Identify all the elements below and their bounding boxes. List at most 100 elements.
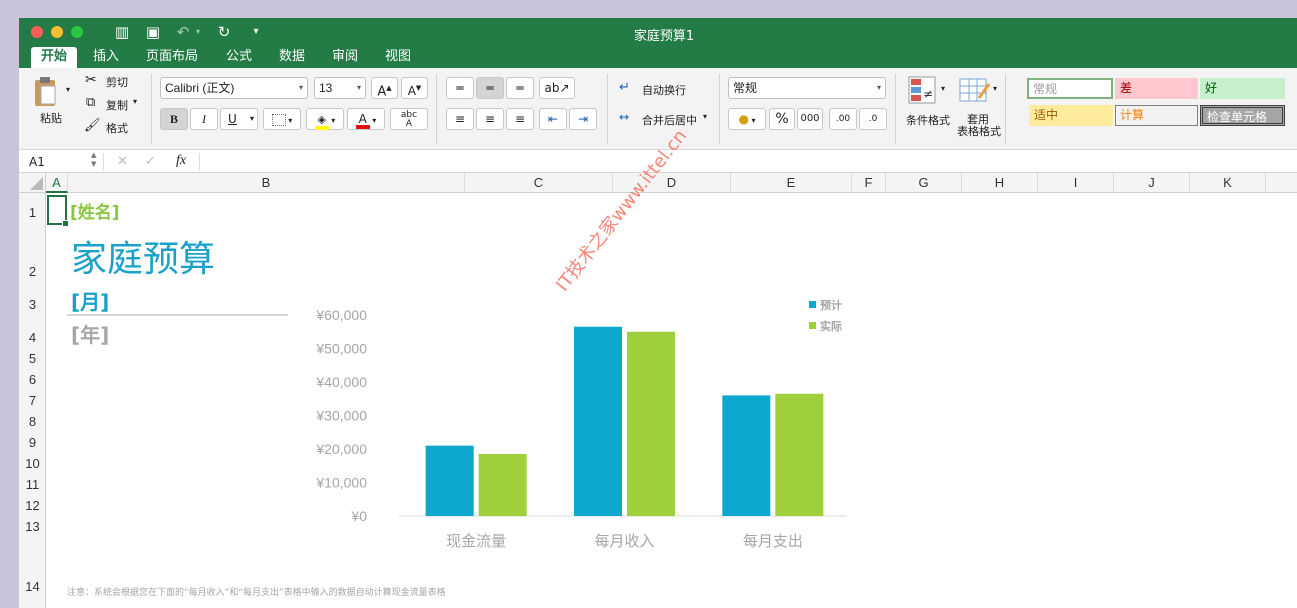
orientation-button[interactable]: ab↗	[539, 77, 575, 99]
function-icon[interactable]: fx	[176, 153, 186, 169]
style-bad[interactable]: 差	[1115, 78, 1198, 99]
fill-color-button[interactable]: ◈ ▾	[306, 108, 344, 130]
style-good[interactable]: 好	[1200, 78, 1285, 99]
select-all-button[interactable]	[19, 173, 46, 193]
cancel-icon[interactable]: ✕	[117, 154, 128, 169]
align-bottom-button[interactable]: ═	[506, 77, 534, 99]
note-text[interactable]: 注意：系统会根据您在下面的“每月收入”和“每月支出”表格中输入的数据自动计算现金…	[67, 585, 446, 598]
column-header-k[interactable]: K	[1190, 173, 1266, 193]
row-header-10[interactable]: 10	[19, 456, 46, 471]
cut-button[interactable]: 剪切	[106, 74, 128, 90]
align-middle-button[interactable]: ═	[476, 77, 504, 99]
decrease-decimal-button[interactable]: .0	[859, 108, 887, 130]
align-top-button[interactable]: ═	[446, 77, 474, 99]
column-header-j[interactable]: J	[1114, 173, 1190, 193]
column-header-e[interactable]: E	[731, 173, 852, 193]
name-box[interactable]: A1	[29, 155, 45, 169]
name-box-stepper-icon[interactable]: ▲ ▼	[91, 151, 96, 169]
comma-style-button[interactable]: 000	[797, 108, 823, 130]
tab-page-layout[interactable]: 页面布局	[136, 47, 208, 68]
year-placeholder[interactable]: [年]	[71, 319, 109, 348]
increase-indent-button[interactable]: ⇥	[569, 108, 597, 130]
row-header-8[interactable]: 8	[19, 414, 46, 429]
underline-button[interactable]: U ▾	[220, 108, 258, 130]
font-name-select[interactable]: Calibri (正文) ▾	[160, 77, 308, 99]
confirm-icon[interactable]: ✓	[145, 154, 156, 169]
copy-button[interactable]: 复制	[106, 97, 128, 113]
coins-icon: ●	[738, 112, 749, 126]
align-left-button[interactable]: ≡	[446, 108, 474, 130]
conditional-format-button[interactable]: ≠	[908, 76, 938, 109]
worksheet[interactable]: [姓名] 家庭预算 [月] [年] ¥0 ¥10,000 ¥20,000 ¥30,00…	[47, 193, 1297, 608]
paste-button[interactable]	[33, 76, 59, 106]
paste-dropdown-icon[interactable]: ▾	[66, 85, 70, 94]
tab-data[interactable]: 数据	[269, 47, 315, 68]
font-size-select[interactable]: 13 ▾	[314, 77, 366, 99]
row-header-9[interactable]: 9	[19, 435, 46, 450]
increase-decimal-button[interactable]: .00	[829, 108, 857, 130]
row-header-3[interactable]: 3	[19, 297, 46, 312]
accounting-format-button[interactable]: ● ▾	[728, 108, 766, 130]
wrap-text-icon: ↵	[619, 80, 630, 95]
borders-button[interactable]: ▾	[263, 108, 301, 130]
title-underline	[67, 314, 288, 316]
style-calculation[interactable]: 计算	[1115, 105, 1198, 126]
row-header-1[interactable]: 1	[19, 205, 46, 220]
decrease-font-button[interactable]: A▼	[401, 77, 428, 99]
column-header-a[interactable]: A	[46, 173, 68, 193]
row-header-11[interactable]: 11	[19, 477, 46, 492]
decrease-indent-button[interactable]: ⇤	[539, 108, 567, 130]
tab-review[interactable]: 审阅	[322, 47, 368, 68]
increase-font-button[interactable]: A▲	[371, 77, 398, 99]
column-header-i[interactable]: I	[1038, 173, 1114, 193]
bar-actual	[775, 393, 824, 516]
chevron-down-icon[interactable]: ▾	[941, 84, 945, 93]
align-left-icon: ≡	[454, 112, 466, 126]
row-header-2[interactable]: 2	[19, 264, 46, 279]
tab-home[interactable]: 开始	[31, 47, 78, 68]
align-center-button[interactable]: ≡	[476, 108, 504, 130]
row-header-4[interactable]: 4	[19, 330, 46, 345]
style-neutral[interactable]: 适中	[1029, 105, 1113, 126]
font-color-button[interactable]: A ▾	[347, 108, 385, 130]
row-header-6[interactable]: 6	[19, 372, 46, 387]
column-header-b[interactable]: B	[68, 173, 465, 193]
wrap-text-button[interactable]: 自动换行	[642, 82, 686, 98]
name-placeholder[interactable]: [姓名]	[70, 198, 120, 223]
formula-bar-divider	[103, 153, 104, 171]
row-header-13[interactable]: 13	[19, 519, 46, 534]
bold-button[interactable]: B	[160, 108, 188, 130]
month-placeholder[interactable]: [月]	[71, 286, 109, 315]
column-header-g[interactable]: G	[886, 173, 962, 193]
legend-label: 实际	[820, 319, 842, 333]
chevron-down-icon[interactable]: ▾	[993, 84, 997, 93]
format-as-table-button[interactable]	[959, 76, 991, 109]
column-header-f[interactable]: F	[852, 173, 886, 193]
align-top-icon: ═	[456, 81, 464, 95]
tab-insert[interactable]: 插入	[83, 47, 129, 68]
row-header-14[interactable]: 14	[19, 579, 46, 594]
phonetic-button[interactable]: abc A	[390, 108, 428, 130]
tab-view[interactable]: 视图	[375, 47, 421, 68]
copy-dropdown-icon[interactable]: ▾	[133, 97, 137, 106]
number-format-select[interactable]: 常规 ▾	[728, 77, 886, 99]
percent-button[interactable]: %	[769, 108, 795, 130]
column-header-h[interactable]: H	[962, 173, 1038, 193]
chevron-down-icon[interactable]: ▾	[703, 112, 707, 121]
row-header-7[interactable]: 7	[19, 393, 46, 408]
active-cell-a1[interactable]	[47, 195, 69, 227]
formula-bar-divider	[199, 153, 200, 171]
column-header-c[interactable]: C	[465, 173, 613, 193]
tab-formulas[interactable]: 公式	[216, 47, 262, 68]
budget-bar-chart[interactable]: ¥0 ¥10,000 ¥20,000 ¥30,000 ¥40,000 ¥50,000 ¥60…	[292, 293, 872, 563]
budget-title[interactable]: 家庭预算	[71, 230, 215, 282]
row-header-12[interactable]: 12	[19, 498, 46, 513]
row-header-5[interactable]: 5	[19, 351, 46, 366]
italic-button[interactable]: I	[190, 108, 218, 130]
scissors-icon: ✂	[85, 72, 97, 88]
chevron-down-icon: ▾	[249, 114, 254, 123]
style-check-cell[interactable]: 检查单元格	[1200, 105, 1285, 126]
style-normal[interactable]: 常规	[1027, 78, 1113, 99]
format-painter-button[interactable]: 格式	[106, 120, 128, 136]
align-right-button[interactable]: ≡	[506, 108, 534, 130]
